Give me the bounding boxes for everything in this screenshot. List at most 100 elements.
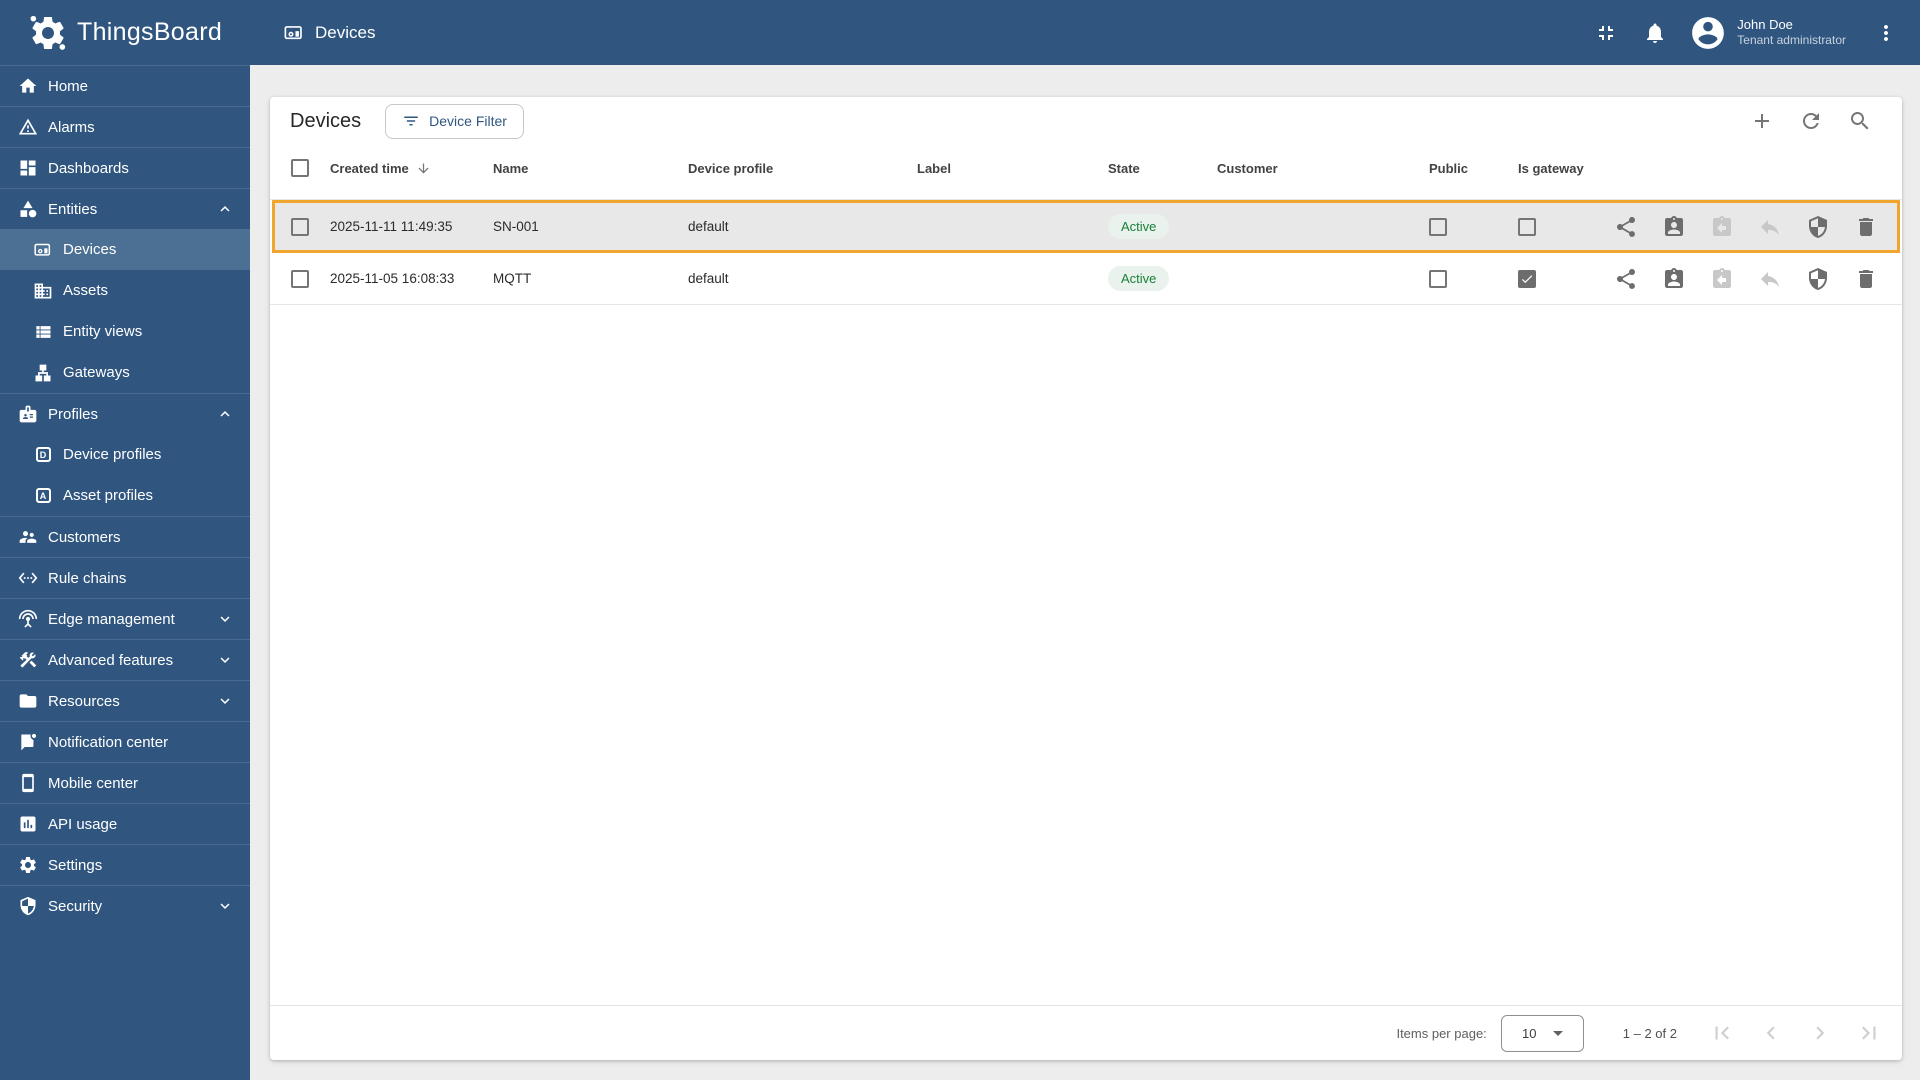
table-row-mqtt[interactable]: 2025-11-05 16:08:33 MQTT default Active bbox=[270, 253, 1902, 305]
edge-antenna-icon bbox=[18, 609, 38, 629]
sidebar-item-devices[interactable]: Devices bbox=[0, 229, 250, 270]
sidebar-item-dashboards[interactable]: Dashboards bbox=[0, 147, 250, 188]
top-bar: ThingsBoard Devices John Doe Tenant admi… bbox=[0, 0, 1920, 65]
sidebar-item-customers[interactable]: Customers bbox=[0, 516, 250, 557]
avatar bbox=[1689, 14, 1727, 52]
make-private-icon bbox=[1758, 215, 1782, 239]
page-size-select[interactable]: 10 bbox=[1500, 1014, 1584, 1052]
entities-category-icon bbox=[18, 199, 38, 219]
row-checkbox[interactable] bbox=[291, 217, 309, 236]
sidebar-item-asset-profiles[interactable]: A Asset profiles bbox=[0, 475, 250, 516]
sidebar-item-api-usage[interactable]: API usage bbox=[0, 803, 250, 844]
sidebar-item-entity-views[interactable]: Entity views bbox=[0, 311, 250, 352]
cell-state: Active bbox=[1108, 266, 1217, 291]
manage-credentials-icon[interactable] bbox=[1806, 215, 1830, 239]
sidebar-item-assets[interactable]: Assets bbox=[0, 270, 250, 311]
app-title: ThingsBoard bbox=[77, 18, 223, 46]
row-actions bbox=[1614, 215, 1902, 239]
share-icon[interactable] bbox=[1614, 215, 1638, 239]
previous-page-icon bbox=[1758, 1020, 1784, 1046]
api-usage-chart-icon bbox=[18, 814, 38, 834]
user-menu[interactable]: John Doe Tenant administrator bbox=[1689, 14, 1846, 52]
table-header-row: Created time Name Device profile Label S… bbox=[270, 137, 1902, 200]
column-header-public[interactable]: Public bbox=[1429, 161, 1518, 176]
add-device-button[interactable] bbox=[1750, 109, 1774, 133]
column-header-device-profile[interactable]: Device profile bbox=[688, 161, 917, 176]
cell-created-time: 2025-11-05 16:08:33 bbox=[330, 271, 455, 286]
unassign-from-customer-icon bbox=[1710, 267, 1734, 291]
last-page-icon bbox=[1856, 1020, 1882, 1046]
sidebar-item-notification-center[interactable]: Notification center bbox=[0, 721, 250, 762]
manage-credentials-icon[interactable] bbox=[1806, 267, 1830, 291]
delete-icon[interactable] bbox=[1854, 215, 1878, 239]
settings-gear-icon bbox=[18, 855, 38, 875]
column-header-created-time[interactable]: Created time bbox=[330, 161, 493, 176]
status-badge-active: Active bbox=[1108, 266, 1170, 291]
security-shield-icon bbox=[18, 896, 38, 916]
refresh-button[interactable] bbox=[1799, 109, 1823, 133]
chevron-down-icon bbox=[216, 897, 234, 915]
sidebar-item-security[interactable]: Security bbox=[0, 885, 250, 926]
column-header-name[interactable]: Name bbox=[493, 161, 688, 176]
plus-icon bbox=[1755, 114, 1769, 128]
customers-people-icon bbox=[18, 527, 38, 547]
is-gateway-checkbox[interactable] bbox=[1518, 217, 1536, 236]
status-badge-active: Active bbox=[1108, 214, 1170, 239]
chevron-up-icon bbox=[216, 405, 234, 423]
chevron-down-icon bbox=[216, 692, 234, 710]
device-filter-button[interactable]: Device Filter bbox=[385, 103, 524, 139]
select-all-checkbox[interactable] bbox=[291, 159, 309, 177]
sidebar-item-edge-management[interactable]: Edge management bbox=[0, 598, 250, 639]
page-title: Devices bbox=[290, 109, 362, 132]
sort-desc-arrow-icon bbox=[416, 161, 431, 176]
refresh-icon bbox=[1803, 113, 1819, 129]
sidebar-item-resources[interactable]: Resources bbox=[0, 680, 250, 721]
pagination-bar: Items per page: 10 1 – 2 of 2 bbox=[270, 1005, 1902, 1060]
assign-to-customer-icon[interactable] bbox=[1662, 267, 1686, 291]
thingsboard-logo[interactable]: ThingsBoard bbox=[0, 13, 250, 53]
sidebar-item-settings[interactable]: Settings bbox=[0, 844, 250, 885]
items-per-page-label: Items per page: bbox=[1396, 1025, 1487, 1041]
sidebar-item-gateways[interactable]: Gateways bbox=[0, 352, 250, 393]
search-button[interactable] bbox=[1848, 109, 1872, 133]
advanced-features-tools-icon bbox=[18, 650, 38, 670]
cell-device-profile: default bbox=[688, 219, 729, 234]
public-checkbox[interactable] bbox=[1429, 269, 1447, 288]
assign-to-customer-icon[interactable] bbox=[1662, 215, 1686, 239]
filter-icon bbox=[404, 116, 418, 126]
column-header-state[interactable]: State bbox=[1108, 161, 1217, 176]
fullscreen-exit-icon[interactable] bbox=[1594, 21, 1618, 45]
more-vert-icon[interactable] bbox=[1874, 21, 1898, 45]
table-header-actions bbox=[1750, 109, 1902, 133]
sidebar-item-home[interactable]: Home bbox=[0, 65, 250, 106]
delete-icon[interactable] bbox=[1854, 267, 1878, 291]
sidebar-item-device-profiles[interactable]: D Device profiles bbox=[0, 434, 250, 475]
card-header: Devices Device Filter bbox=[270, 97, 1902, 139]
is-gateway-checkbox[interactable] bbox=[1518, 269, 1536, 288]
resources-folder-icon bbox=[18, 691, 38, 711]
cell-device-profile: default bbox=[688, 271, 729, 286]
sidebar-item-mobile-center[interactable]: Mobile center bbox=[0, 762, 250, 803]
sidebar-item-entities[interactable]: Entities bbox=[0, 188, 250, 229]
sidebar-item-profiles[interactable]: Profiles bbox=[0, 393, 250, 434]
column-header-is-gateway[interactable]: Is gateway bbox=[1518, 161, 1614, 176]
sidebar-item-rule-chains[interactable]: Rule chains bbox=[0, 557, 250, 598]
column-header-label[interactable]: Label bbox=[917, 161, 1108, 176]
entity-views-icon bbox=[33, 322, 53, 342]
pagination-range: 1 – 2 of 2 bbox=[1622, 1025, 1677, 1041]
breadcrumb-label: Devices bbox=[315, 22, 376, 42]
user-role: Tenant administrator bbox=[1737, 33, 1846, 48]
thingsboard-gear-icon bbox=[28, 13, 68, 53]
row-checkbox[interactable] bbox=[291, 269, 309, 288]
sidebar-item-advanced-features[interactable]: Advanced features bbox=[0, 639, 250, 680]
sidebar-item-alarms[interactable]: Alarms bbox=[0, 106, 250, 147]
public-checkbox[interactable] bbox=[1429, 217, 1447, 236]
column-header-customer[interactable]: Customer bbox=[1217, 161, 1429, 176]
devices-icon bbox=[33, 240, 53, 260]
share-icon[interactable] bbox=[1614, 267, 1638, 291]
profiles-badge-icon bbox=[18, 404, 38, 424]
notifications-bell-icon[interactable] bbox=[1643, 21, 1667, 45]
cell-state: Active bbox=[1108, 214, 1217, 239]
table-row-sn-001[interactable]: 2025-11-11 11:49:35 SN-001 default Activ… bbox=[272, 200, 1900, 253]
cell-created-time: 2025-11-11 11:49:35 bbox=[330, 219, 453, 234]
